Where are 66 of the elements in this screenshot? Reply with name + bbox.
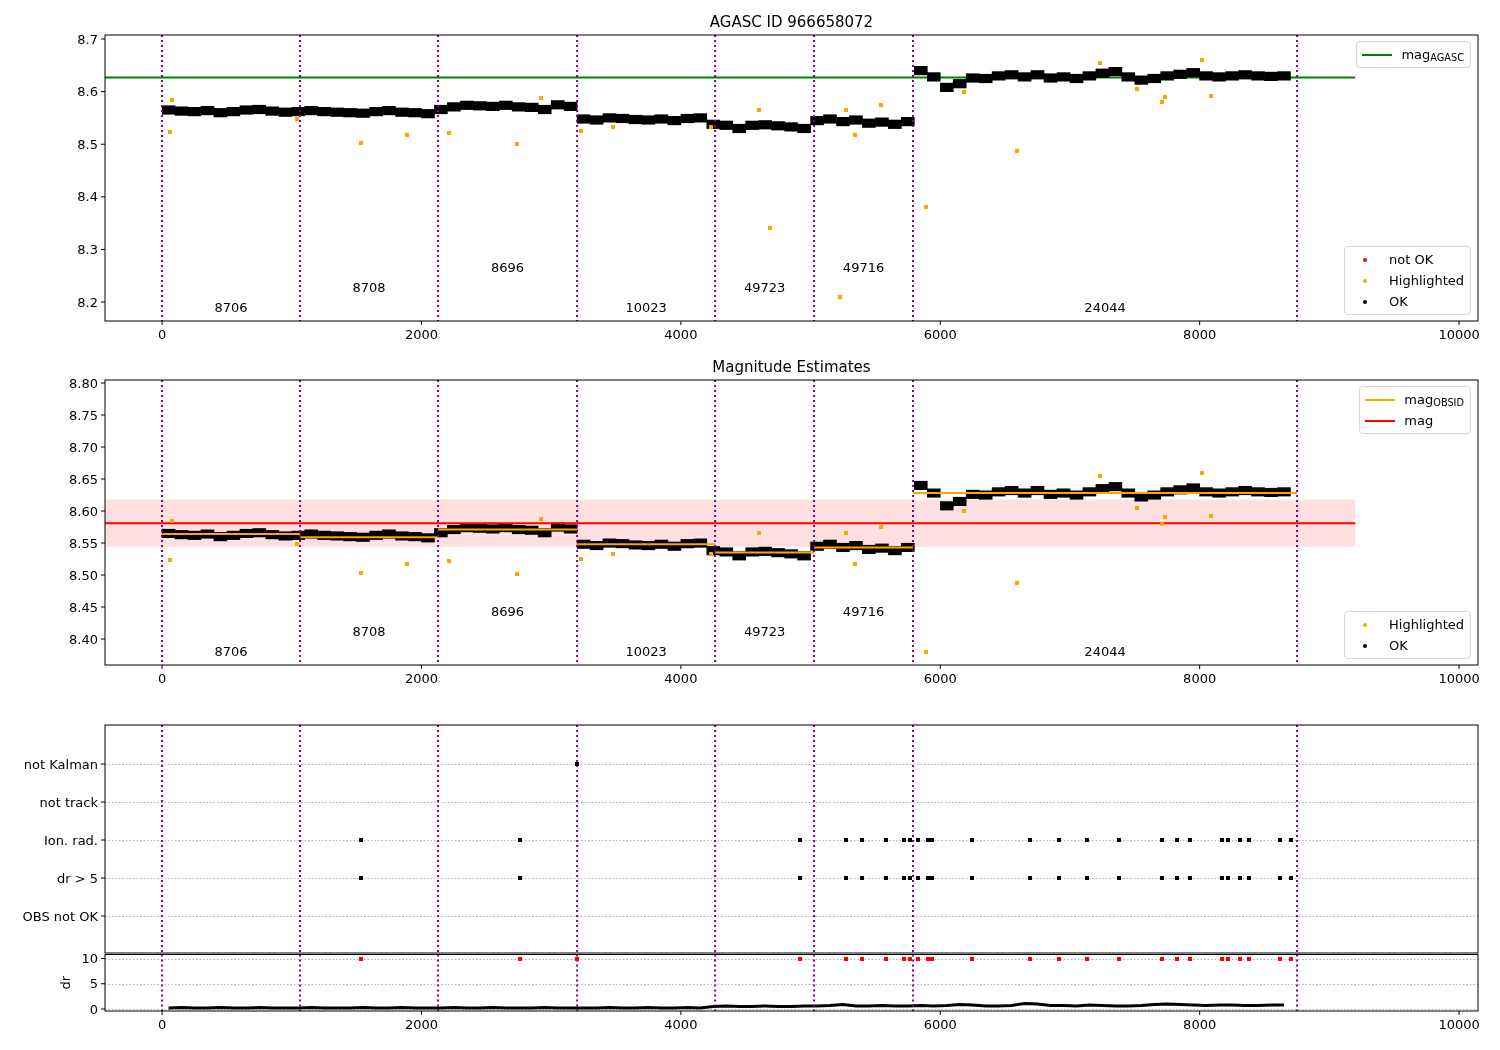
tick-label: 4000: [664, 671, 698, 686]
segment-label: 24044: [1084, 643, 1126, 659]
tick-label: 2000: [404, 671, 438, 686]
tick-label: 0: [89, 1001, 98, 1017]
tick-label: 8000: [1183, 327, 1217, 342]
tick-label: 0: [157, 671, 167, 686]
tick-label: 6000: [923, 327, 957, 342]
tick-label: Ion. rad.: [44, 832, 98, 848]
tick-label: 8.40: [69, 631, 98, 647]
segment-label: 8706: [214, 643, 248, 659]
segment-label: 49723: [743, 279, 786, 295]
tick-label: 6000: [923, 671, 957, 686]
axis-label: dr: [58, 975, 73, 990]
tick-label: 8.50: [69, 567, 98, 583]
chart-title: AGASC ID 966658072: [709, 13, 874, 31]
legend-label: mag: [1404, 412, 1434, 430]
tick-label: OBS not OK: [22, 908, 98, 924]
segment-label: 49716: [842, 603, 885, 619]
tick-label: 4000: [664, 1017, 698, 1032]
tick-label: 8.2: [77, 294, 98, 310]
tick-label: 4000: [664, 327, 698, 342]
tick-label: 2000: [404, 327, 438, 342]
tick-label: 8.6: [77, 84, 98, 100]
legend-label: OK: [1389, 637, 1408, 655]
tick-label: 10000: [1438, 327, 1480, 342]
segment-label: 49723: [743, 623, 786, 639]
tick-label: 8000: [1183, 671, 1217, 686]
tick-label: 8.60: [69, 503, 98, 519]
segment-label: 49716: [842, 259, 885, 275]
legend-label: OK: [1389, 293, 1408, 311]
segment-label: 8696: [491, 603, 525, 619]
segment-label: 10023: [625, 299, 667, 315]
legend-label: mag$_{AGASC}$: [1401, 46, 1464, 65]
tick-label: 8.80: [69, 375, 98, 391]
segment-label: 10023: [625, 643, 667, 659]
tick-label: 8.7: [77, 31, 98, 47]
segment-label: 8708: [352, 623, 386, 639]
tick-label: 8.4: [77, 189, 98, 205]
tick-label: 8000: [1183, 1017, 1217, 1032]
tick-label: 5: [89, 976, 98, 992]
segment-label: 8706: [214, 299, 248, 315]
tick-label: 2000: [404, 1017, 438, 1032]
legend-label: mag$_{OBSID}$: [1404, 391, 1464, 410]
tick-label: dr > 5: [56, 870, 98, 886]
legend-label: Highlighted: [1389, 272, 1464, 290]
legend-label: Highlighted: [1389, 616, 1464, 634]
segment-label: 8696: [491, 259, 525, 275]
tick-label: 6000: [923, 1017, 957, 1032]
segment-label: 8708: [352, 279, 386, 295]
tick-label: not track: [39, 794, 98, 810]
chart-title: Magnitude Estimates: [712, 358, 871, 376]
legend-label: not OK: [1389, 251, 1434, 269]
tick-label: 10: [81, 954, 98, 967]
segment-label: 24044: [1084, 299, 1126, 315]
tick-label: 0: [157, 327, 167, 342]
tick-label: 8.75: [69, 407, 98, 423]
tick-label: not Kalman: [23, 756, 98, 772]
tick-label: 0: [157, 1017, 167, 1032]
tick-label: 8.3: [77, 242, 98, 257]
tick-label: 10000: [1438, 671, 1480, 686]
tick-label: 8.70: [69, 439, 98, 455]
tick-label: 8.55: [69, 535, 98, 551]
tick-label: 8.45: [69, 599, 98, 615]
tick-label: 8.65: [69, 471, 98, 487]
tick-label: 10000: [1438, 1017, 1480, 1032]
tick-label: 8.5: [77, 136, 98, 152]
